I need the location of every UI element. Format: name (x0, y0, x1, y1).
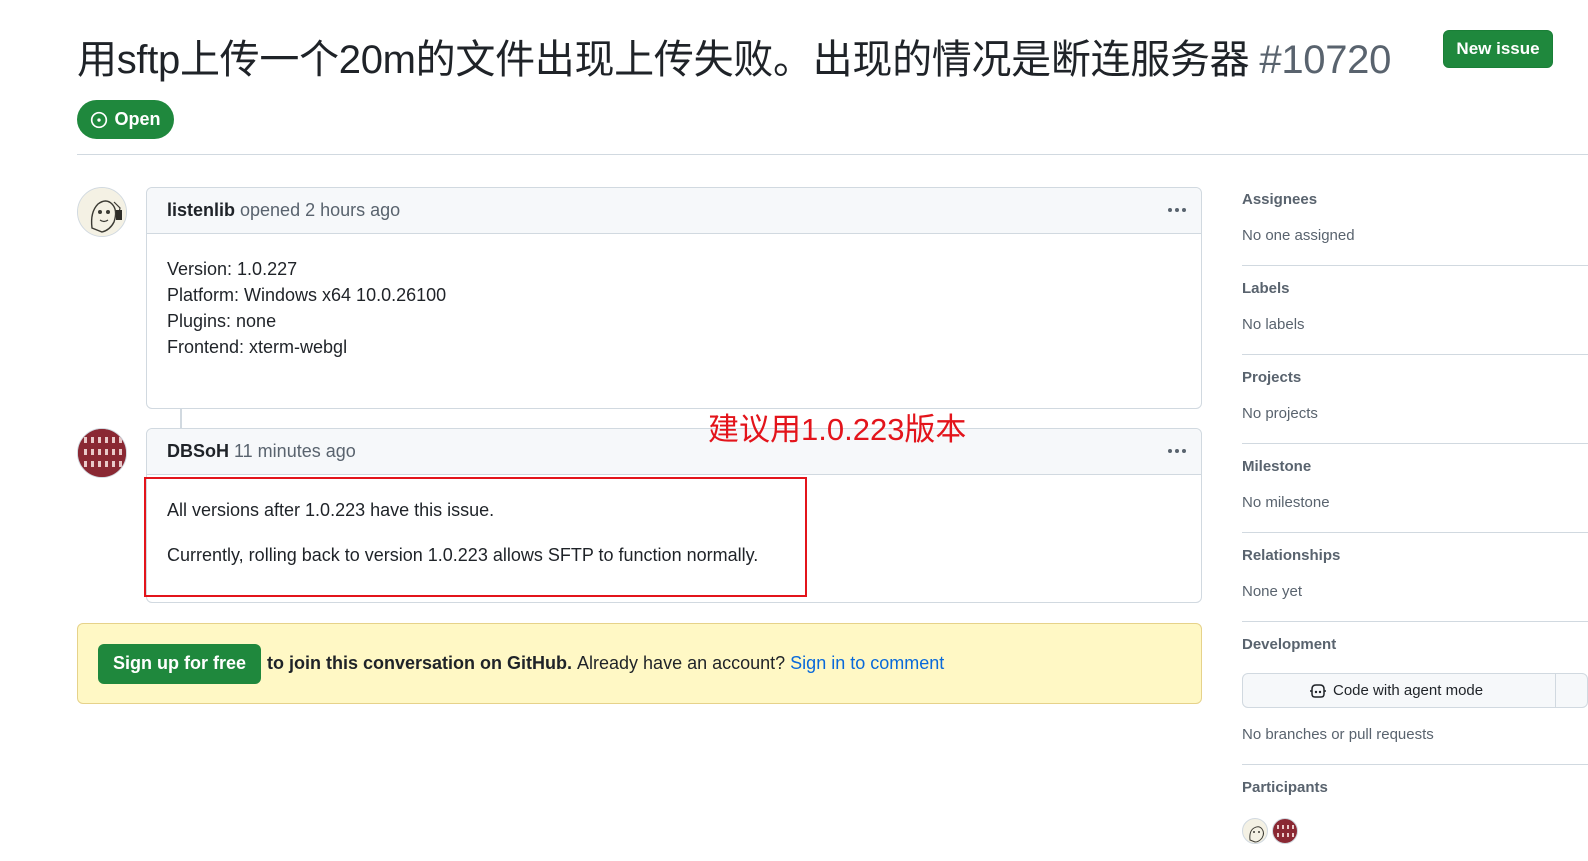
issue-number: #10720 (1259, 38, 1392, 82)
signup-strong-text: to join this conversation on GitHub. (267, 653, 573, 673)
sidebar-divider (1242, 764, 1588, 765)
sidebar-labels: Labels No labels (1242, 280, 1588, 333)
comment-author[interactable]: DBSoH (167, 441, 229, 462)
issue-title: 用sftp上传一个20m的文件出现上传失败。出现的情况是断连服务器 #10720 (77, 32, 1391, 88)
sidebar-value: No branches or pull requests (1242, 726, 1434, 743)
sidebar-milestone: Milestone No milestone (1242, 458, 1588, 511)
code-with-agent-label: Code with agent mode (1333, 682, 1484, 699)
timeline-connector (180, 409, 182, 428)
sidebar-divider (1242, 532, 1588, 533)
sidebar-title: Participants (1242, 779, 1328, 796)
copilot-icon (1309, 683, 1327, 699)
new-issue-button[interactable]: New issue (1443, 30, 1553, 68)
sidebar-title[interactable]: Development (1242, 636, 1588, 653)
sidebar-title[interactable]: Assignees (1242, 191, 1588, 208)
issue-state-label: Open (114, 109, 161, 129)
comment-line: Frontend: xterm-webgl (167, 337, 348, 357)
comment-body: All versions after 1.0.223 have this iss… (147, 475, 1201, 568)
sidebar-relationships: Relationships None yet (1242, 547, 1588, 600)
sidebar-participants: Participants (1242, 779, 1588, 844)
agent-dropdown-divider (1555, 674, 1556, 707)
issue-title-text: 用sftp上传一个20m的文件出现上传失败。出现的情况是断连服务器 (77, 38, 1250, 82)
comment-line: All versions after 1.0.223 have this iss… (167, 500, 495, 520)
comment-timestamp[interactable]: 11 minutes ago (234, 441, 356, 462)
sidebar-value: No labels (1242, 316, 1305, 333)
signup-text: Already have an account? (577, 653, 786, 673)
sidebar-divider (1242, 443, 1588, 444)
comment-author[interactable]: listenlib (167, 200, 235, 221)
avatar-listenlib[interactable] (77, 187, 127, 237)
sidebar-divider (1242, 621, 1588, 622)
issue-state-badge: Open (77, 100, 174, 139)
header-divider (77, 154, 1588, 155)
sidebar-divider (1242, 354, 1588, 355)
sign-up-button[interactable]: Sign up for free (98, 643, 262, 684)
code-with-agent-button[interactable]: Code with agent mode (1242, 673, 1588, 708)
sidebar-title[interactable]: Labels (1242, 280, 1588, 297)
sidebar-assignees: Assignees No one assigned (1242, 191, 1588, 244)
comment-line: Version: 1.0.227 (167, 259, 298, 279)
sidebar-divider (1242, 265, 1588, 266)
participant-avatar[interactable] (1272, 818, 1298, 844)
sidebar-value: No milestone (1242, 494, 1330, 511)
comment-line: Platform: Windows x64 10.0.26100 (167, 285, 447, 305)
comment-timestamp[interactable]: opened 2 hours ago (240, 200, 400, 221)
comment-body: Version: 1.0.227 Platform: Windows x64 1… (147, 234, 1201, 360)
comment-listenlib: listenlib opened 2 hours ago Version: 1.… (146, 187, 1202, 409)
sidebar-value: None yet (1242, 583, 1303, 600)
sign-in-link[interactable]: Sign in to comment (790, 653, 944, 674)
sidebar-value: No projects (1242, 405, 1318, 422)
comment-header: DBSoH 11 minutes ago (147, 429, 1201, 475)
sidebar-title[interactable]: Milestone (1242, 458, 1588, 475)
kebab-menu-icon[interactable] (1165, 198, 1189, 222)
comment-line: Plugins: none (167, 311, 277, 331)
sidebar-development: Development Code with agent mode No bran… (1242, 636, 1588, 743)
avatar-dbsoh[interactable] (77, 428, 127, 478)
sidebar-projects: Projects No projects (1242, 369, 1588, 422)
comment-dbsoh: DBSoH 11 minutes ago All versions after … (146, 428, 1202, 603)
comment-line: Currently, rolling back to version 1.0.2… (167, 545, 759, 565)
signup-banner: Sign up for free to join this conversati… (77, 623, 1202, 704)
sidebar-value: No one assigned (1242, 227, 1355, 244)
participant-avatar[interactable] (1242, 818, 1268, 844)
issue-page: 用sftp上传一个20m的文件出现上传失败。出现的情况是断连服务器 #10720 … (0, 0, 1588, 861)
kebab-menu-icon[interactable] (1165, 439, 1189, 463)
sidebar-title[interactable]: Projects (1242, 369, 1588, 386)
comment-header: listenlib opened 2 hours ago (147, 188, 1201, 234)
sidebar-title[interactable]: Relationships (1242, 547, 1588, 564)
issue-opened-icon (90, 111, 108, 129)
annotation-text: 建议用1.0.223版本 (708, 412, 967, 447)
